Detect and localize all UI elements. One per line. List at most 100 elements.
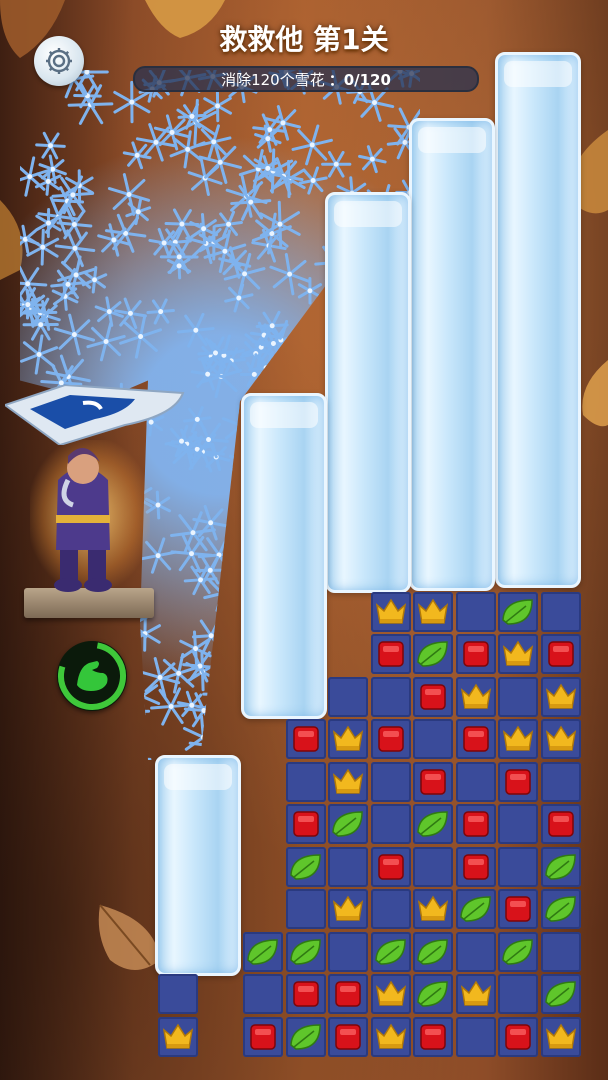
red-gem-icon <box>292 811 319 837</box>
board-tile-leaf[interactable] <box>243 931 283 972</box>
board-cell-empty[interactable] <box>455 591 496 632</box>
leaf-icon <box>289 938 321 965</box>
board-tile-leaf[interactable] <box>413 634 453 674</box>
crown-icon <box>332 895 364 921</box>
board-cell-empty[interactable] <box>370 804 411 844</box>
board-tile-crown[interactable] <box>540 1016 581 1057</box>
board-tile-crown[interactable] <box>540 676 581 717</box>
board-tile-crown[interactable] <box>455 676 496 717</box>
board-tile-crown[interactable] <box>370 591 411 632</box>
board-cell-empty[interactable] <box>455 931 496 972</box>
board-cell-empty[interactable] <box>285 889 326 929</box>
board-tile-leaf[interactable] <box>540 889 581 929</box>
board-tile-leaf[interactable] <box>498 931 538 972</box>
board-cell-empty[interactable] <box>498 974 538 1014</box>
board-cell-empty[interactable] <box>455 761 496 802</box>
board-tile-leaf[interactable] <box>285 846 326 887</box>
board-tile-gem[interactable] <box>370 719 411 759</box>
board-tile-leaf[interactable] <box>370 931 411 972</box>
crown-icon <box>502 725 534 751</box>
board-tile-gem[interactable] <box>455 634 496 674</box>
level-title: 救救他 第1关 <box>219 23 389 56</box>
board-tile-leaf[interactable] <box>540 846 581 887</box>
board-tile-gem[interactable] <box>370 846 411 887</box>
board-cell-empty[interactable] <box>285 761 326 802</box>
crown-icon <box>332 768 364 794</box>
leaf-icon <box>332 811 363 837</box>
red-gem-icon <box>420 1023 446 1050</box>
red-gem-icon <box>377 726 404 752</box>
board-cell-empty[interactable] <box>370 761 411 802</box>
board-tile-gem[interactable] <box>498 1016 538 1057</box>
board-tile-crown[interactable] <box>455 974 496 1014</box>
board-cell-empty[interactable] <box>498 804 538 844</box>
board-tile-gem[interactable] <box>243 1016 283 1057</box>
board-cell-empty[interactable] <box>328 931 368 972</box>
board-tile-gem[interactable] <box>285 719 326 759</box>
board-tile-gem[interactable] <box>540 634 581 674</box>
board-tile-leaf[interactable] <box>540 974 581 1014</box>
board-tile-leaf[interactable] <box>285 1016 326 1057</box>
red-gem-icon <box>250 1023 276 1050</box>
board-tile-leaf[interactable] <box>413 974 453 1014</box>
board-tile-gem[interactable] <box>285 974 326 1014</box>
board-tile-leaf[interactable] <box>285 931 326 972</box>
board-tile-leaf[interactable] <box>413 931 453 972</box>
board-cell-empty[interactable] <box>370 889 411 929</box>
board-tile-crown[interactable] <box>370 974 411 1014</box>
board-tile-gem[interactable] <box>370 634 411 674</box>
crown-icon <box>460 980 491 1006</box>
leaf-icon <box>544 853 576 880</box>
board-cell-empty[interactable] <box>243 974 283 1014</box>
board-cell-empty[interactable] <box>540 591 581 632</box>
board-tile-leaf[interactable] <box>413 804 453 844</box>
board-cell-empty[interactable] <box>370 676 411 717</box>
board-tile-crown[interactable] <box>328 719 368 759</box>
board-tile-gem[interactable] <box>413 1016 453 1057</box>
board-tile-crown[interactable] <box>328 761 368 802</box>
board-tile-gem[interactable] <box>498 889 538 929</box>
red-gem-icon <box>335 1023 361 1050</box>
board-tile-gem[interactable] <box>540 804 581 844</box>
board-cell-empty[interactable] <box>413 846 453 887</box>
board-tile-leaf[interactable] <box>498 591 538 632</box>
crown-icon <box>375 1023 406 1049</box>
board-cell-empty[interactable] <box>413 719 453 759</box>
board-tile-crown[interactable] <box>540 719 581 759</box>
board-cell-empty[interactable] <box>455 1016 496 1057</box>
board-cell-empty[interactable] <box>498 676 538 717</box>
board-tile-crown[interactable] <box>158 1016 198 1057</box>
board-tile-gem[interactable] <box>455 846 496 887</box>
red-gem-icon <box>547 641 574 667</box>
board-cell-empty[interactable] <box>328 846 368 887</box>
leaf-icon <box>417 641 448 667</box>
board-tile-gem[interactable] <box>328 1016 368 1057</box>
board-tile-gem[interactable] <box>413 761 453 802</box>
board-tile-gem[interactable] <box>455 719 496 759</box>
board-tile-gem[interactable] <box>498 761 538 802</box>
board-tile-leaf[interactable] <box>328 804 368 844</box>
red-gem-icon <box>547 811 574 837</box>
board-tile-gem[interactable] <box>285 804 326 844</box>
board-tile-crown[interactable] <box>413 591 453 632</box>
crown-icon <box>460 683 491 709</box>
board-tile-crown[interactable] <box>413 889 453 929</box>
board-tile-gem[interactable] <box>413 676 453 717</box>
board-tile-crown[interactable] <box>370 1016 411 1057</box>
leaf-icon <box>417 811 448 837</box>
board-cell-empty[interactable] <box>540 931 581 972</box>
board-tile-crown[interactable] <box>498 719 538 759</box>
red-gem-icon <box>377 641 404 667</box>
red-gem-icon <box>462 853 489 880</box>
board-cell-empty[interactable] <box>498 846 538 887</box>
leaf-icon <box>289 853 321 880</box>
board-tile-crown[interactable] <box>498 634 538 674</box>
board-tile-gem[interactable] <box>455 804 496 844</box>
board-cell-empty[interactable] <box>540 761 581 802</box>
board-tile-crown[interactable] <box>328 889 368 929</box>
board-cell-empty[interactable] <box>328 676 368 717</box>
board-tile-leaf[interactable] <box>455 889 496 929</box>
board-cell-empty[interactable] <box>158 974 198 1014</box>
red-gem-icon <box>420 683 446 710</box>
board-tile-gem[interactable] <box>328 974 368 1014</box>
